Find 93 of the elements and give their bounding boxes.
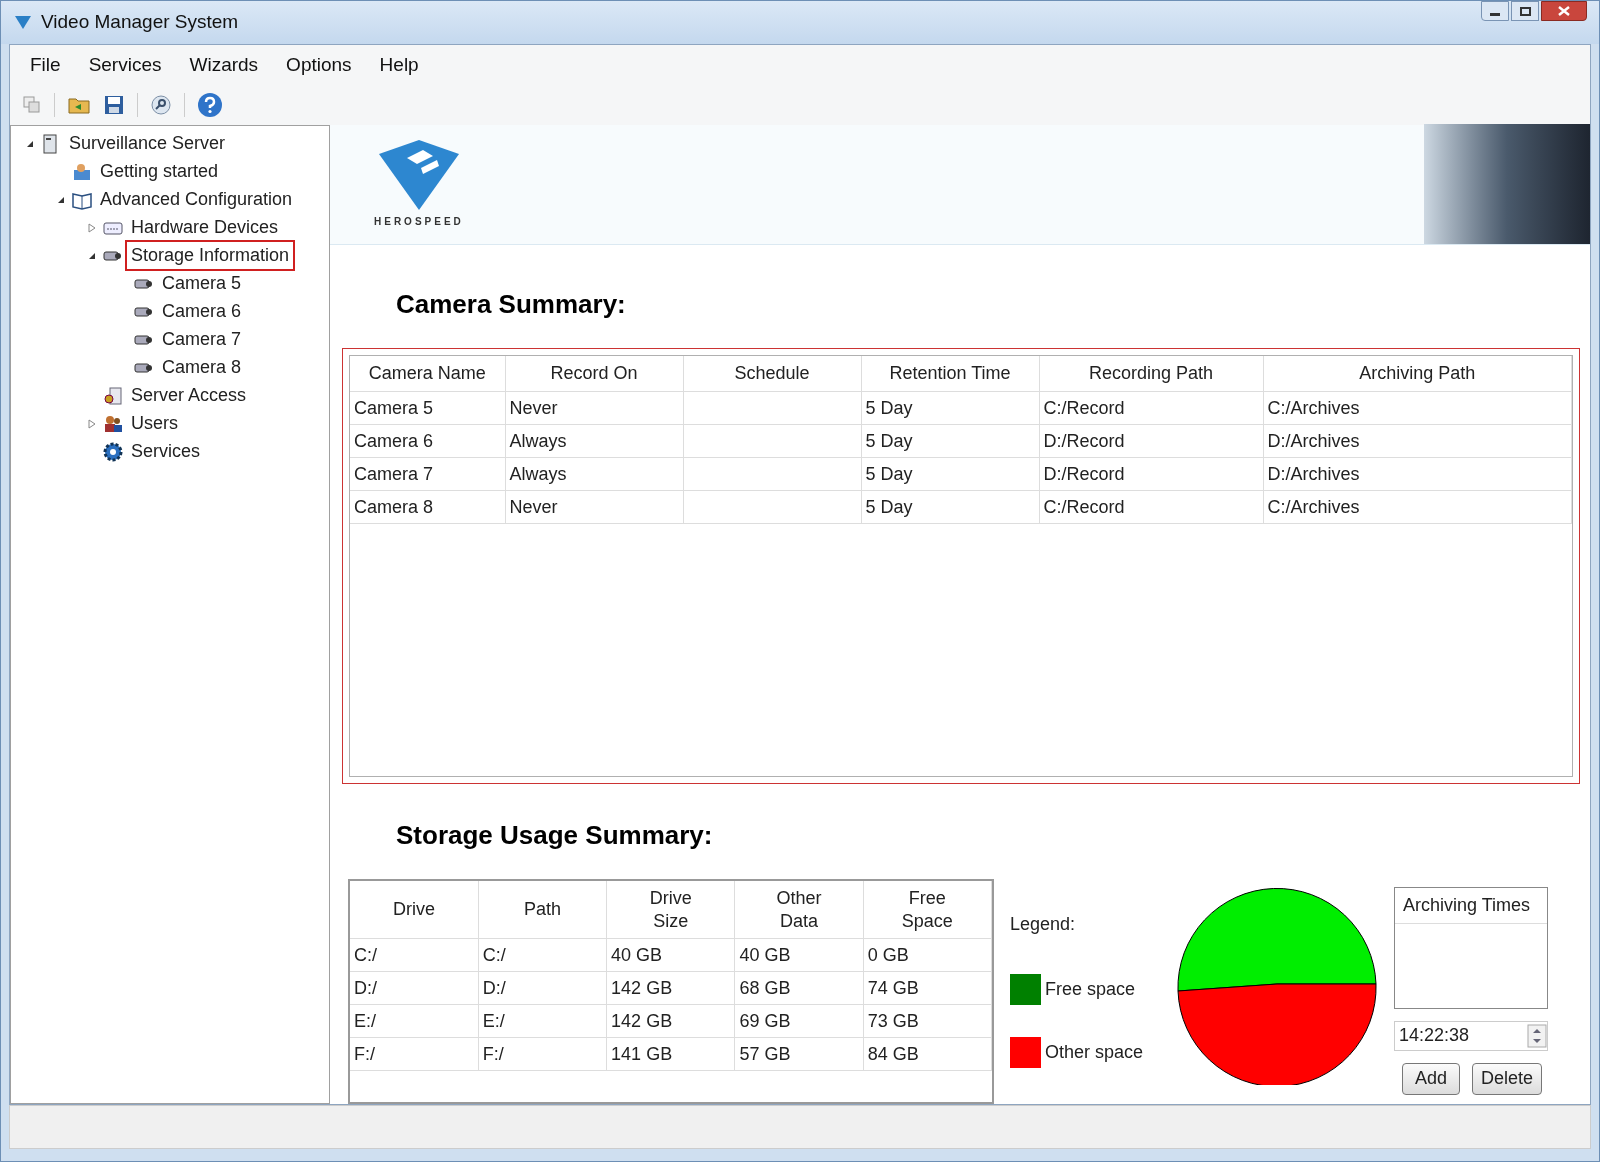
table-cell: 40 GB — [734, 939, 864, 972]
table-cell: E:/ — [350, 1005, 479, 1038]
table-cell: 73 GB — [863, 1005, 992, 1038]
tree-item[interactable]: Camera 6 — [158, 298, 246, 326]
table-cell: C:/Record — [1039, 392, 1263, 425]
menu-item[interactable]: Options — [274, 46, 364, 84]
tree-item[interactable]: Advanced Configuration — [96, 186, 297, 214]
section-heading: Storage Usage Summary: — [396, 820, 713, 850]
time-spinner[interactable]: 14:22:38 — [1394, 1021, 1548, 1051]
table-cell: 141 GB — [606, 1038, 735, 1071]
save-icon[interactable] — [103, 94, 125, 116]
legend-title: Legend: — [1010, 913, 1077, 936]
person-icon — [72, 162, 92, 182]
table-cell: C:/Archives — [1263, 392, 1572, 425]
table-cell: Camera 6 — [350, 425, 505, 458]
column-header[interactable]: Free Space — [863, 881, 992, 939]
table-cell: 5 Day — [861, 458, 1039, 491]
column-header[interactable]: Path — [478, 881, 607, 939]
table-cell: F:/ — [350, 1038, 479, 1071]
close-icon — [1558, 6, 1570, 16]
tree-item[interactable]: Camera 5 — [158, 270, 246, 298]
table-cell: 57 GB — [734, 1038, 864, 1071]
tree-item[interactable]: Hardware Devices — [127, 214, 283, 242]
table-cell: C:/Record — [1039, 491, 1263, 524]
table-cell: D:/Archives — [1263, 458, 1572, 491]
menu-item[interactable]: File — [18, 46, 73, 84]
table-cell: Camera 5 — [350, 392, 505, 425]
table-cell: 68 GB — [734, 972, 864, 1005]
legend-label: Free space — [1045, 978, 1136, 1001]
button[interactable]: Add — [1402, 1063, 1460, 1095]
legend-label: Other space — [1045, 1041, 1144, 1064]
tree-item[interactable]: Camera 8 — [158, 354, 246, 382]
table-cell: Never — [505, 392, 683, 425]
column-header[interactable]: Record On — [505, 356, 683, 392]
table-cell: D:/Record — [1039, 458, 1263, 491]
table-cell: 142 GB — [606, 972, 735, 1005]
table-cell: 69 GB — [734, 1005, 864, 1038]
table-cell: C:/ — [478, 939, 607, 972]
table-cell: D:/ — [478, 972, 607, 1005]
column-header[interactable]: Retention Time — [861, 356, 1039, 392]
tree-item[interactable]: Getting started — [96, 158, 223, 186]
table-cell: Never — [505, 491, 683, 524]
key-icon — [103, 386, 123, 406]
table-cell: Camera 8 — [350, 491, 505, 524]
table-cell: F:/ — [478, 1038, 607, 1071]
table-cell: 74 GB — [863, 972, 992, 1005]
column-header[interactable]: Drive Size — [606, 881, 735, 939]
menu-item[interactable]: Help — [367, 46, 431, 84]
table-cell: 5 Day — [861, 491, 1039, 524]
menu-item[interactable]: Services — [76, 46, 174, 84]
column-header[interactable]: Schedule — [683, 356, 861, 392]
maximize-button[interactable] — [1511, 1, 1539, 21]
close-button[interactable] — [1541, 1, 1587, 21]
search-icon[interactable] — [150, 94, 172, 116]
table-cell: 142 GB — [606, 1005, 735, 1038]
table-cell: D:/ — [350, 972, 479, 1005]
brand-logo-icon — [376, 140, 461, 210]
table-cell: 0 GB — [863, 939, 992, 972]
section-heading: Camera Summary: — [396, 289, 626, 319]
tree-item[interactable]: Surveillance Server — [65, 130, 230, 158]
tree-item[interactable]: Storage Information — [127, 242, 294, 270]
window-title: Video Manager System — [41, 10, 239, 35]
column-header[interactable]: Recording Path — [1039, 356, 1263, 392]
tree-item[interactable]: Services — [127, 438, 205, 466]
tree-item[interactable]: Users — [127, 410, 182, 438]
spin-arrows-icon[interactable] — [1527, 1024, 1547, 1048]
column-header[interactable]: Camera Name — [350, 356, 505, 392]
table-cell: C:/Archives — [1263, 491, 1572, 524]
table-cell: Camera 7 — [350, 458, 505, 491]
table-cell: 40 GB — [606, 939, 735, 972]
tree-item[interactable]: Server Access — [127, 382, 251, 410]
table-cell: E:/ — [478, 1005, 607, 1038]
table-cell: D:/Archives — [1263, 425, 1572, 458]
column-header[interactable]: Other Data — [734, 881, 864, 939]
table-cell: 84 GB — [863, 1038, 992, 1071]
table-cell: 5 Day — [861, 425, 1039, 458]
help-icon[interactable] — [197, 92, 223, 118]
table-cell: Always — [505, 425, 683, 458]
table-cell: C:/ — [350, 939, 479, 972]
archiving-times-list[interactable]: Archiving Times — [1394, 887, 1548, 1009]
table-cell: D:/Record — [1039, 425, 1263, 458]
table-cell: Always — [505, 458, 683, 491]
button[interactable]: Delete — [1472, 1063, 1543, 1095]
table-cell: 5 Day — [861, 392, 1039, 425]
column-header[interactable]: Archiving Path — [1263, 356, 1572, 392]
minimize-button[interactable] — [1481, 1, 1509, 21]
gear-icon — [103, 442, 123, 462]
book-icon — [72, 190, 92, 210]
users-icon — [103, 414, 123, 434]
menu-item[interactable]: Wizards — [177, 46, 271, 84]
list-header: Archiving Times — [1395, 888, 1547, 924]
tree-item[interactable]: Camera 7 — [158, 326, 246, 354]
column-header[interactable]: Drive — [350, 881, 479, 939]
